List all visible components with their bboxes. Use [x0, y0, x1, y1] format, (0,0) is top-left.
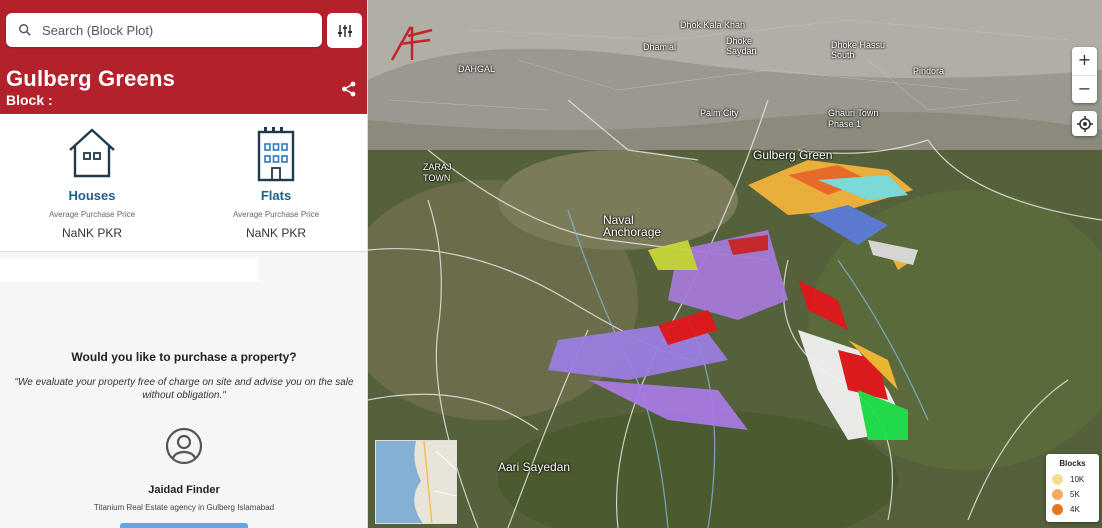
app-logo [390, 26, 433, 61]
houses-price: NaNK PKR [61, 226, 123, 240]
property-types: Houses Average Purchase Price NaNK PKR F… [0, 114, 367, 252]
zoom-in-button[interactable]: + [1072, 47, 1097, 75]
map-label-gulberg: Gulberg Green [753, 148, 833, 162]
search-icon [19, 24, 31, 36]
flats-card[interactable]: Flats Average Purchase Price NaNK PKR [184, 114, 367, 252]
page-title: Gulberg Greens [6, 66, 176, 91]
houses-subtitle: Average Purchase Price [48, 210, 136, 219]
zoom-control: + − [1072, 47, 1097, 103]
houses-title: Houses [68, 188, 116, 203]
legend-label: 5K [1070, 490, 1080, 499]
houses-card[interactable]: Houses Average Purchase Price NaNK PKR [0, 114, 184, 252]
map-label-dhok-kala: Dhok Kala Khan [680, 20, 746, 30]
legend-dot-5k [1052, 489, 1063, 500]
terrain-layer [368, 0, 1102, 528]
minimap-image [376, 441, 456, 523]
search-input[interactable] [42, 22, 302, 38]
locate-icon [1076, 115, 1093, 132]
sliders-icon [337, 24, 352, 37]
legend-item: 10K [1052, 472, 1093, 487]
user-avatar-icon [165, 427, 203, 465]
purchase-question: Would you like to purchase a property? [71, 350, 297, 364]
blocks-legend: Blocks 10K 5K 4K [1046, 454, 1099, 522]
blank-banner [0, 258, 258, 282]
locate-button[interactable] [1072, 111, 1097, 136]
filter-button[interactable] [327, 13, 362, 48]
legend-item: 5K [1052, 487, 1093, 502]
share-icon[interactable] [340, 80, 358, 98]
app-root: Gulberg Greens Block : Houses Average Pu… [0, 0, 1102, 528]
legend-dot-4k [1052, 504, 1063, 515]
zoom-out-button[interactable]: − [1072, 75, 1097, 103]
map-label-naval: Naval Anchorage [603, 213, 662, 239]
map-label-dahgal: DAHGAL [458, 64, 496, 74]
legend-dot-10k [1052, 474, 1063, 485]
map-label-ghauri: Ghauri Town Phase 1 [828, 108, 879, 129]
search-box[interactable] [6, 13, 322, 47]
map-label-aari: Aari Sayedan [498, 460, 571, 474]
house-icon [69, 128, 115, 178]
flats-price: NaNK PKR [245, 226, 307, 240]
flats-title: Flats [260, 188, 292, 203]
map-label-dhoke-hassu: Dhoke Hassu South [831, 40, 886, 60]
map-view[interactable]: Gulberg Green Naval Anchorage Aari Sayed… [368, 0, 1102, 528]
minimap[interactable] [375, 440, 457, 524]
info-panel: Gulberg Greens Block : Houses Average Pu… [0, 0, 368, 528]
map-label-palm: Palm City [700, 108, 739, 118]
agent-name: Jaidad Finder [148, 484, 220, 496]
legend-label: 10K [1070, 475, 1085, 484]
purchase-quote: "We evaluate your property free of charg… [14, 377, 354, 401]
flats-subtitle: Average Purchase Price [232, 210, 320, 219]
agent-description: Titanium Real Estate agency in Gulberg I… [93, 503, 275, 512]
map-label-pindora: Pindora [913, 66, 945, 76]
legend-item: 4K [1052, 502, 1093, 517]
building-icon [257, 127, 295, 182]
map-label-dhoke-saydan: Dhoke Saydan [726, 36, 757, 56]
panel-header: Gulberg Greens Block : [0, 0, 367, 114]
legend-title: Blocks [1059, 459, 1086, 468]
purchase-section: Would you like to purchase a property? "… [0, 350, 367, 402]
map-label-dhamial: Dhamial [643, 42, 677, 52]
map-label-zaraj: ZARAJ TOWN [423, 162, 452, 183]
legend-label: 4K [1070, 505, 1080, 514]
block-label: Block : [6, 92, 53, 108]
contact-agent-button[interactable] [120, 523, 248, 528]
